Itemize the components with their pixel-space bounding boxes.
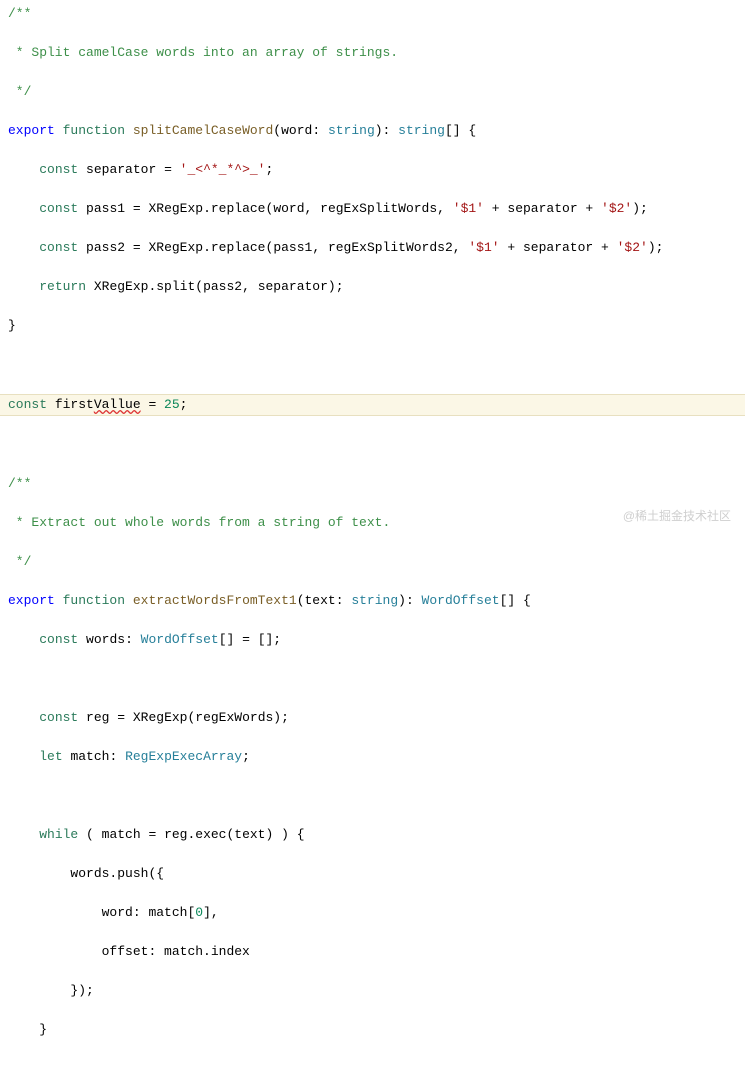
code-line: words.push({ xyxy=(0,864,745,884)
code-line xyxy=(0,786,745,806)
arg: separator xyxy=(258,279,328,294)
highlighted-line: const firstfirstVallueVallue = 25; xyxy=(0,394,745,416)
code-line: word: match[0], xyxy=(0,903,745,923)
keyword: const xyxy=(8,397,47,412)
code-line xyxy=(0,435,745,455)
string-literal: '$1' xyxy=(453,201,484,216)
code-line: const words: WordOffset[] = []; xyxy=(0,630,745,650)
arg: regExSplitWords2 xyxy=(328,240,453,255)
variable: match xyxy=(70,749,109,764)
arg: pass2 xyxy=(203,279,242,294)
number-literal: 25 xyxy=(164,397,180,412)
code-line: /** xyxy=(0,474,745,494)
code-line: export function splitCamelCaseWord(word:… xyxy=(0,121,745,141)
code-line: let match: RegExpExecArray; xyxy=(0,747,745,767)
comment: * Extract out whole words from a string … xyxy=(8,515,390,530)
keyword: export xyxy=(8,593,55,608)
code-editor[interactable]: /** * Split camelCase words into an arra… xyxy=(0,4,745,1078)
type: string xyxy=(398,123,445,138)
arg: regExSplitWords xyxy=(320,201,437,216)
code-line: } xyxy=(0,1020,745,1040)
keyword: let xyxy=(39,749,62,764)
comment: /** xyxy=(8,6,31,21)
call: XRegExp xyxy=(133,710,188,725)
keyword: function xyxy=(63,593,125,608)
variable: separator xyxy=(507,201,577,216)
type: string xyxy=(351,593,398,608)
variable: reg xyxy=(164,827,187,842)
type: WordOffset xyxy=(422,593,500,608)
arg: regExWords xyxy=(195,710,273,725)
function-name: extractWordsFromText1 xyxy=(133,593,297,608)
keyword: const xyxy=(39,632,78,647)
comment: /** xyxy=(8,476,31,491)
comment: */ xyxy=(8,84,31,99)
keyword: const xyxy=(39,162,78,177)
code-line: }); xyxy=(0,981,745,1001)
code-line: export function extractWordsFromText1(te… xyxy=(0,591,745,611)
code-line: const separator = '_<^*_*^>_'; xyxy=(0,160,745,180)
keyword: const xyxy=(39,201,78,216)
variable: pass2 xyxy=(86,240,125,255)
code-line: } xyxy=(0,316,745,336)
variable: pass1 xyxy=(86,201,125,216)
string-literal: '$1' xyxy=(468,240,499,255)
number-literal: 0 xyxy=(195,905,203,920)
error-identifier: Vallue xyxy=(94,397,141,412)
type: WordOffset xyxy=(141,632,219,647)
param: word xyxy=(281,123,312,138)
type: RegExpExecArray xyxy=(125,749,242,764)
code-line: /** xyxy=(0,4,745,24)
keyword: export xyxy=(8,123,55,138)
code-line: return XRegExp.split(pass2, separator); xyxy=(0,277,745,297)
string-literal: '_<^*_*^>_' xyxy=(180,162,266,177)
call: XRegExp.replace xyxy=(148,201,265,216)
code-line xyxy=(0,355,745,375)
code-line: * Split camelCase words into an array of… xyxy=(0,43,745,63)
keyword: const xyxy=(39,710,78,725)
string-literal: '$2' xyxy=(617,240,648,255)
code-line: const reg = XRegExp(regExWords); xyxy=(0,708,745,728)
comment: */ xyxy=(8,554,31,569)
type: string xyxy=(328,123,375,138)
arg: word xyxy=(273,201,304,216)
variable: separator xyxy=(523,240,593,255)
keyword: return xyxy=(39,279,86,294)
code-line xyxy=(0,1059,745,1078)
keyword: const xyxy=(39,240,78,255)
code-line: * Extract out whole words from a string … xyxy=(0,513,745,533)
function-name: splitCamelCaseWord xyxy=(133,123,273,138)
code-line: while ( match = reg.exec(text) ) { xyxy=(0,825,745,845)
variable: match xyxy=(148,905,187,920)
code-line: */ xyxy=(0,552,745,572)
variable: match xyxy=(102,827,141,842)
variable: separator xyxy=(86,162,156,177)
code-line xyxy=(0,669,745,689)
call: XRegExp.replace xyxy=(148,240,265,255)
keyword: while xyxy=(39,827,78,842)
string-literal: '$2' xyxy=(601,201,632,216)
variable: reg xyxy=(86,710,109,725)
call: words.push xyxy=(70,866,148,881)
code-line: offset: match.index xyxy=(0,942,745,962)
variable: words xyxy=(86,632,125,647)
call: XRegExp.split xyxy=(94,279,195,294)
code-line: const pass1 = XRegExp.replace(word, regE… xyxy=(0,199,745,219)
code-line: */ xyxy=(0,82,745,102)
property: word xyxy=(102,905,133,920)
code-line: const pass2 = XRegExp.replace(pass1, reg… xyxy=(0,238,745,258)
param: text xyxy=(305,593,336,608)
property: offset xyxy=(102,944,149,959)
arg: text xyxy=(234,827,265,842)
property-access: match.index xyxy=(164,944,250,959)
arg: pass1 xyxy=(273,240,312,255)
keyword: function xyxy=(63,123,125,138)
comment: * Split camelCase words into an array of… xyxy=(8,45,398,60)
